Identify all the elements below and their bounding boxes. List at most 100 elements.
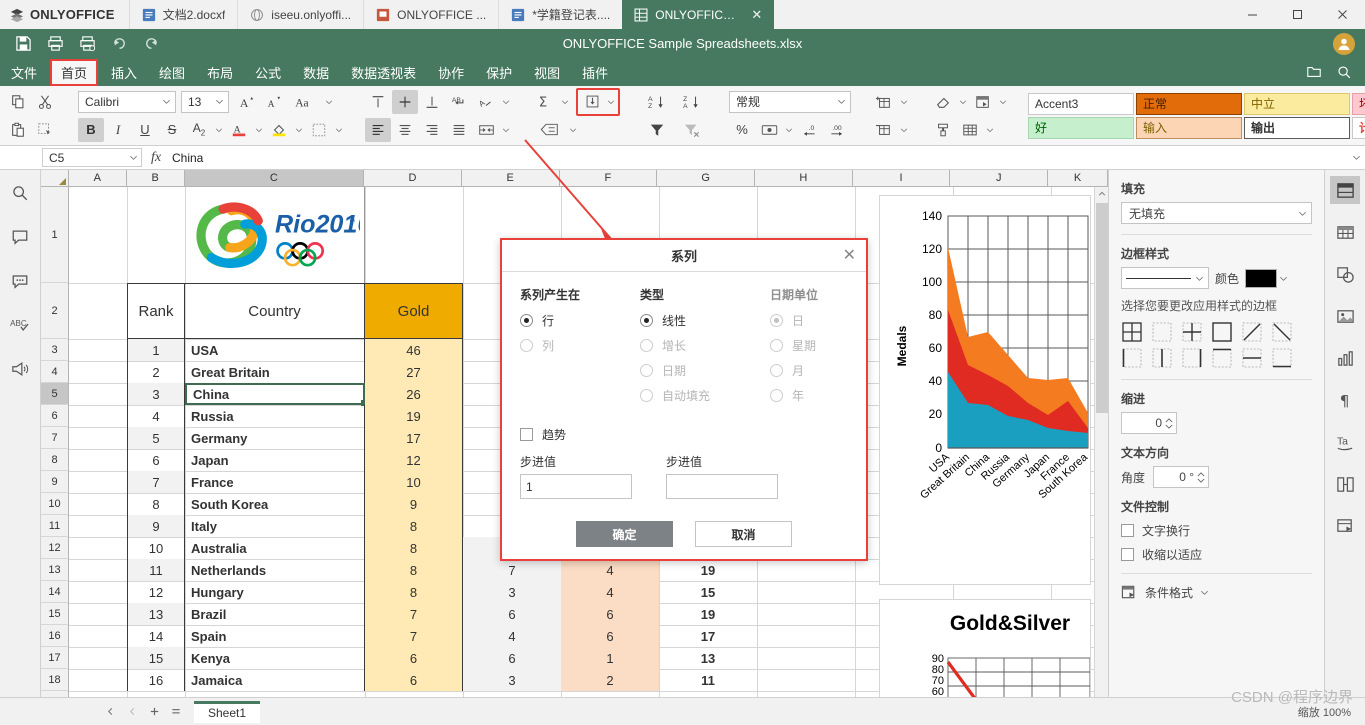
named-ranges-button[interactable]	[532, 118, 566, 142]
spellcheck-icon[interactable]: ABC	[6, 312, 34, 338]
row-header-3[interactable]: 3	[41, 339, 68, 361]
pivot-settings-icon[interactable]	[1330, 512, 1360, 540]
currency-style-button[interactable]	[756, 118, 782, 142]
cell-b11[interactable]: 9	[127, 515, 185, 537]
header-cell-d2[interactable]: Gold	[365, 283, 463, 339]
cell-b15[interactable]: 13	[127, 603, 185, 625]
text-art-settings-icon[interactable]: Ta	[1330, 428, 1360, 456]
cell-e13[interactable]: 7	[463, 559, 561, 581]
expand-formula-bar-button[interactable]	[1347, 151, 1365, 165]
column-header-j[interactable]: J	[950, 170, 1049, 186]
chart-area-medals[interactable]: 140 120 100 80 60 40 20 0 Medals USA Gre…	[879, 195, 1091, 585]
cell-f18[interactable]: 2	[561, 669, 659, 691]
style-output[interactable]: 输出	[1244, 116, 1350, 139]
step-value-input[interactable]: 1	[520, 474, 632, 499]
cell-c16[interactable]: Spain	[185, 625, 365, 647]
cell-c13[interactable]: Netherlands	[185, 559, 365, 581]
align-justify-button[interactable]	[446, 118, 472, 142]
align-left-button[interactable]	[365, 117, 391, 142]
minimize-button[interactable]	[1230, 0, 1275, 29]
decrease-decimal-button[interactable]: .0	[796, 118, 822, 142]
cell-g17[interactable]: 13	[659, 647, 757, 669]
cell-b12[interactable]: 10	[127, 537, 185, 559]
cell-c6[interactable]: Russia	[185, 405, 365, 427]
cell-e17[interactable]: 6	[463, 647, 561, 669]
strikethrough-button[interactable]: S	[159, 118, 185, 142]
add-sheet-button[interactable]	[144, 703, 164, 721]
conditional-formatting-caret[interactable]	[997, 90, 1009, 114]
row-header-7[interactable]: 7	[41, 427, 68, 449]
menu-item-layout[interactable]: 布局	[196, 58, 244, 86]
cell-g18[interactable]: 11	[659, 669, 757, 691]
row-header-11[interactable]: 11	[41, 515, 68, 537]
text-orientation-caret[interactable]	[500, 90, 512, 114]
cancel-button[interactable]: 取消	[695, 521, 792, 547]
tab-document[interactable]: *学籍登记表....	[498, 0, 622, 29]
chat-icon[interactable]	[6, 268, 34, 294]
image-settings-icon[interactable]	[1330, 302, 1360, 330]
row-header-6[interactable]: 6	[41, 405, 68, 427]
quick-print-button[interactable]	[72, 32, 102, 56]
row-header-18[interactable]: 18	[41, 669, 68, 691]
indent-stepper[interactable]: 0	[1121, 412, 1177, 434]
row-header-15[interactable]: 15	[41, 603, 68, 625]
cell-c4[interactable]: Great Britain	[185, 361, 365, 383]
border-top-icon[interactable]	[1211, 347, 1233, 369]
increase-font-size-button[interactable]: A	[234, 90, 260, 114]
italic-button[interactable]: I	[105, 118, 131, 142]
radio-series-columns[interactable]: 列	[520, 337, 640, 354]
row-header-1[interactable]: 1	[41, 187, 68, 283]
cell-b3[interactable]: 1	[127, 339, 185, 361]
menu-item-plugins[interactable]: 插件	[571, 58, 619, 86]
cell-c18[interactable]: Jamaica	[185, 669, 365, 691]
conditional-format-link[interactable]: 条件格式	[1121, 584, 1312, 601]
cell-b13[interactable]: 11	[127, 559, 185, 581]
cell-d9[interactable]: 10	[365, 471, 463, 493]
header-cell-b2[interactable]: Rank	[127, 283, 185, 339]
cell-d3[interactable]: 46	[365, 339, 463, 361]
border-inner-horizontal-icon[interactable]	[1241, 347, 1263, 369]
row-header-10[interactable]: 10	[41, 493, 68, 515]
column-header-g[interactable]: G	[657, 170, 755, 186]
cell-g13[interactable]: 19	[659, 559, 757, 581]
radio-date-weekday[interactable]: 星期	[770, 337, 848, 354]
copy-button[interactable]	[5, 90, 31, 114]
ok-button[interactable]: 确定	[576, 521, 673, 547]
wrap-text-button[interactable]: AB	[446, 90, 472, 114]
insert-cells-caret[interactable]	[898, 90, 910, 114]
clear-filter-button[interactable]	[675, 118, 709, 142]
row-header-14[interactable]: 14	[41, 581, 68, 603]
undo-button[interactable]	[104, 32, 134, 56]
cell-g14[interactable]: 15	[659, 581, 757, 603]
column-header-a[interactable]: A	[69, 170, 127, 186]
stepper-arrows[interactable]	[1197, 471, 1205, 483]
format-as-table-button[interactable]	[957, 118, 983, 142]
menu-item-protection[interactable]: 保护	[475, 58, 523, 86]
open-file-location-button[interactable]	[1301, 60, 1327, 84]
conditional-formatting-button[interactable]	[970, 90, 996, 114]
cell-d6[interactable]: 19	[365, 405, 463, 427]
align-bottom-button[interactable]	[419, 90, 445, 114]
border-color-picker[interactable]	[1245, 268, 1288, 288]
align-middle-button[interactable]	[392, 89, 418, 114]
align-top-button[interactable]	[365, 90, 391, 114]
cell-b14[interactable]: 12	[127, 581, 185, 603]
currency-caret[interactable]	[783, 118, 795, 142]
cell-c17[interactable]: Kenya	[185, 647, 365, 669]
cut-button[interactable]	[32, 90, 58, 114]
close-tab-icon[interactable]: ✕	[751, 8, 762, 21]
autosum-caret[interactable]	[559, 90, 571, 114]
cell-b9[interactable]: 7	[127, 471, 185, 493]
cell-b4[interactable]: 2	[127, 361, 185, 383]
menu-item-collaboration[interactable]: 协作	[427, 58, 475, 86]
cell-f16[interactable]: 6	[561, 625, 659, 647]
font-color-caret[interactable]	[253, 118, 265, 142]
cell-d16[interactable]: 7	[365, 625, 463, 647]
column-header-i[interactable]: I	[853, 170, 951, 186]
style-bad[interactable]: 坏	[1352, 92, 1365, 115]
cell-d12[interactable]: 8	[365, 537, 463, 559]
cell-c8[interactable]: Japan	[185, 449, 365, 471]
style-normal[interactable]: 正常	[1136, 92, 1242, 115]
sheet-list-button[interactable]	[166, 703, 186, 721]
cell-e14[interactable]: 3	[463, 581, 561, 603]
